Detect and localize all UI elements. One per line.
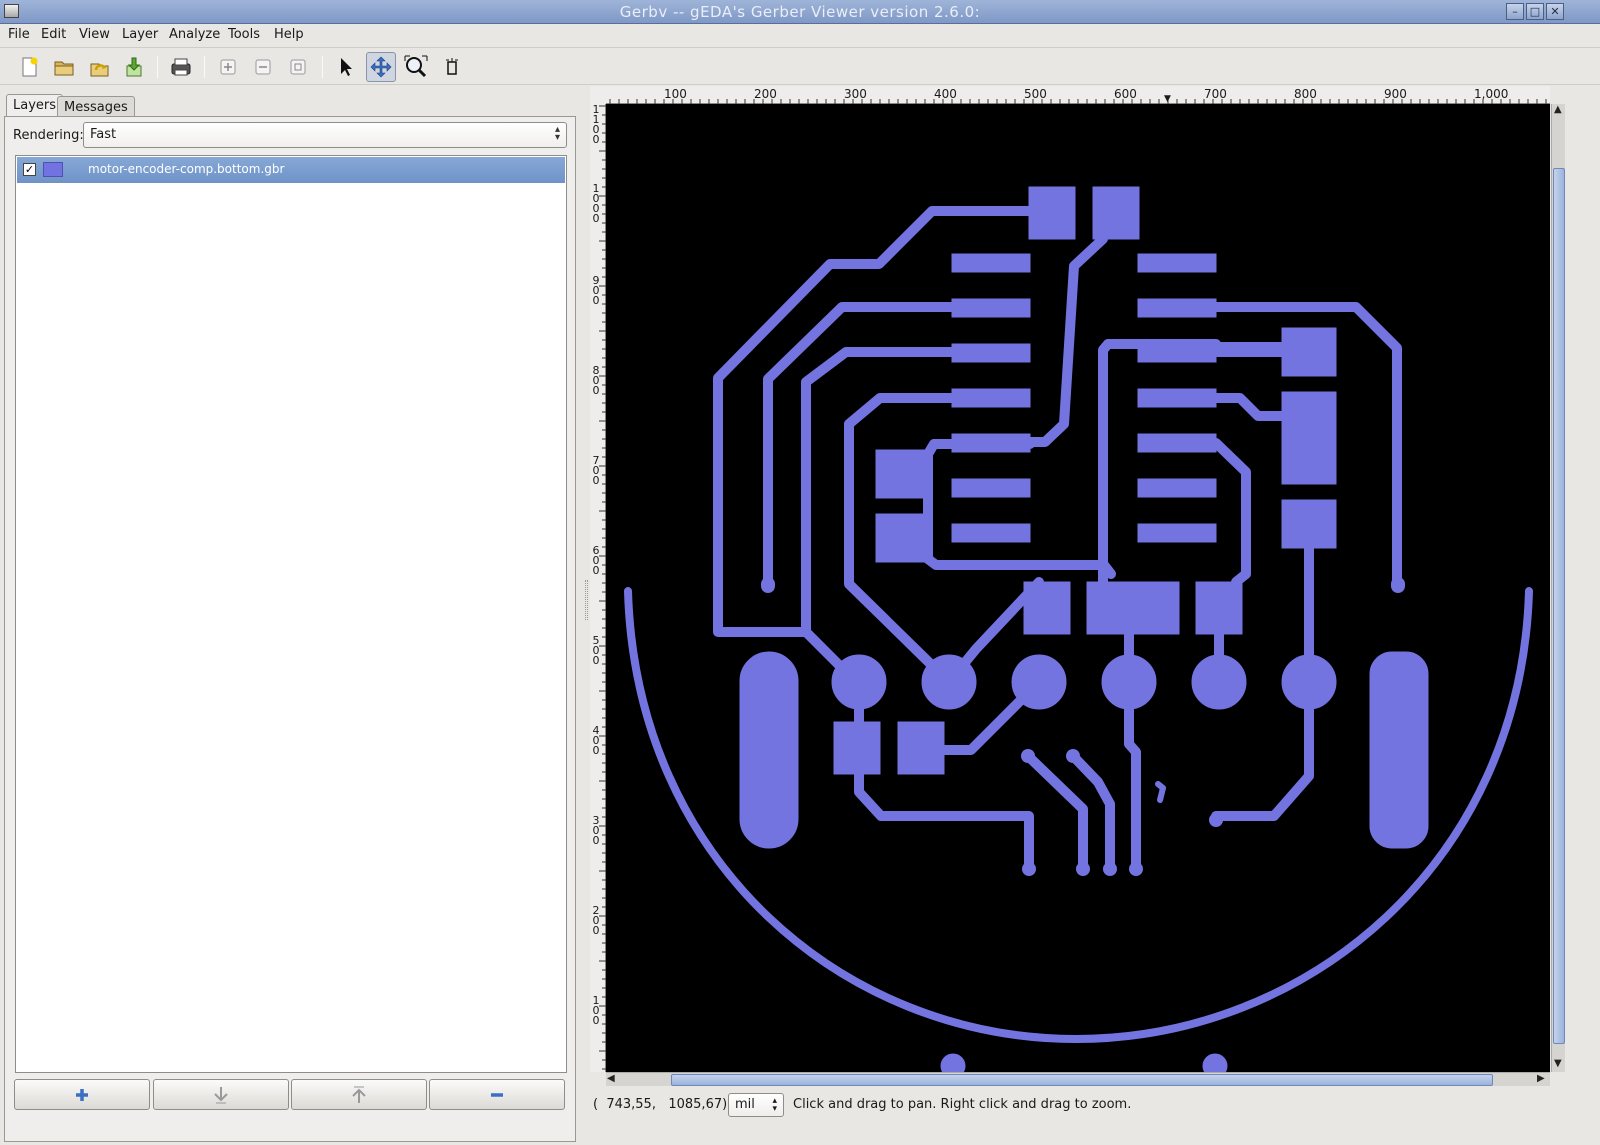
scroll-up-icon[interactable]: ▲ — [1554, 104, 1562, 115]
layer-color-swatch[interactable] — [43, 162, 63, 177]
window-title: Gerbv -- gEDA's Gerber Viewer version 2.… — [619, 3, 981, 21]
scroll-left-icon[interactable]: ◀ — [607, 1073, 615, 1084]
ruler-label: 400 — [934, 87, 957, 101]
toolbar — [0, 47, 1600, 85]
menu-layer[interactable]: Layer — [122, 27, 158, 42]
horizontal-ruler-ticks — [609, 99, 1547, 104]
close-icon[interactable]: ✕ — [1546, 3, 1564, 20]
ruler-label: 1 0 0 0 — [592, 182, 600, 225]
ruler-label: 4 0 0 — [592, 724, 600, 757]
sidebar: Layers Messages Rendering: Fast ▴ ▾ ✓ mot… — [0, 86, 580, 1145]
ruler-label: 200 — [754, 87, 777, 101]
title-bar: Gerbv -- gEDA's Gerber Viewer version 2.… — [0, 0, 1600, 24]
arrow-down-icon — [214, 1086, 228, 1103]
unit-value: mil — [735, 1097, 755, 1112]
ruler-label: 500 — [1024, 87, 1047, 101]
layers-tab-body: Rendering: Fast ▴ ▾ ✓ motor-encoder-comp.… — [4, 116, 576, 1142]
add-layer-button[interactable] — [14, 1079, 150, 1110]
plus-icon — [76, 1088, 88, 1101]
menu-tools[interactable]: Tools — [228, 27, 260, 42]
ruler-label: 8 0 0 — [592, 364, 600, 397]
unit-select[interactable]: mil ▴ ▾ — [728, 1093, 784, 1117]
pan-tool-icon[interactable] — [366, 52, 396, 82]
menu-bar: File Edit View Layer Analyze Tools Help — [0, 24, 1600, 46]
ruler-label: 1,000 — [1474, 87, 1509, 101]
zoom-out-icon[interactable] — [248, 52, 278, 82]
menu-help[interactable]: Help — [274, 27, 304, 42]
revert-icon[interactable] — [84, 52, 114, 82]
tab-layers[interactable]: Layers — [6, 94, 64, 117]
status-bar: ( 743,55, 1085,67) mil ▴ ▾ Click and drag… — [590, 1092, 1590, 1118]
layer-list: ✓ motor-encoder-comp.bottom.gbr — [15, 155, 567, 1073]
pane-splitter[interactable] — [585, 580, 588, 620]
horizontal-scroll-thumb[interactable] — [671, 1074, 1493, 1086]
zoom-tool-icon[interactable] — [401, 52, 431, 82]
arrow-up-icon — [352, 1086, 366, 1103]
updown-arrows-icon: ▴ ▾ — [554, 124, 560, 143]
menu-analyze[interactable]: Analyze — [169, 27, 220, 42]
rendering-label: Rendering: — [13, 128, 84, 143]
print-icon[interactable] — [166, 52, 196, 82]
vertical-scrollbar[interactable]: ▲ ▼ — [1551, 104, 1565, 1072]
updown-arrows-icon: ▴ ▾ — [772, 1096, 777, 1114]
minus-icon — [491, 1092, 503, 1097]
maximize-icon[interactable]: □ — [1526, 3, 1544, 20]
minimize-icon[interactable]: – — [1506, 3, 1524, 20]
ruler-label: 900 — [1384, 87, 1407, 101]
layer-visible-checkbox[interactable]: ✓ — [23, 163, 36, 176]
horizontal-scrollbar[interactable]: ◀ ▶ — [606, 1072, 1550, 1086]
save-icon[interactable] — [119, 52, 149, 82]
ruler-label: 1 1 0 0 — [592, 103, 600, 146]
cursor-coordinates: ( 743,55, 1085,67) — [593, 1097, 728, 1112]
scroll-down-icon[interactable]: ▼ — [1554, 1058, 1562, 1069]
gerber-canvas[interactable] — [606, 104, 1550, 1072]
ruler-label: 800 — [1294, 87, 1317, 101]
rendering-value: Fast — [90, 127, 117, 142]
zoom-in-icon[interactable] — [213, 52, 243, 82]
ruler-label: 2 0 0 — [592, 904, 600, 937]
ruler-label: 3 0 0 — [592, 814, 600, 847]
new-project-icon[interactable] — [14, 52, 44, 82]
menu-view[interactable]: View — [79, 27, 110, 42]
menu-file[interactable]: File — [8, 27, 30, 42]
vertical-scroll-thumb[interactable] — [1553, 168, 1565, 1044]
vertical-ruler: 1 1 0 0 1 0 0 0 9 0 0 8 0 0 7 0 0 6 0 0 … — [590, 104, 606, 1072]
ruler-corner — [590, 86, 606, 104]
horizontal-ruler: 100 200 300 400 500 600 700 800 900 1,00… — [606, 86, 1550, 104]
ruler-label: 9 0 0 — [592, 274, 600, 307]
ruler-label: 700 — [1204, 87, 1227, 101]
layer-buttons — [14, 1079, 570, 1111]
cursor-marker-icon: ▼ — [1164, 94, 1171, 104]
status-hint: Click and drag to pan. Right click and d… — [793, 1097, 1132, 1112]
ruler-label: 300 — [844, 87, 867, 101]
rendering-select[interactable]: Fast ▴ ▾ — [83, 122, 567, 148]
remove-layer-button[interactable] — [429, 1079, 565, 1110]
scroll-right-icon[interactable]: ▶ — [1537, 1073, 1545, 1084]
menu-edit[interactable]: Edit — [41, 27, 66, 42]
move-layer-up-button[interactable] — [291, 1079, 427, 1110]
ruler-label: 600 — [1114, 87, 1137, 101]
ruler-label: 7 0 0 — [592, 454, 600, 487]
ruler-label: 6 0 0 — [592, 544, 600, 577]
ruler-label: 1 0 0 — [592, 994, 600, 1027]
open-project-icon[interactable] — [49, 52, 79, 82]
zoom-fit-icon[interactable] — [283, 52, 313, 82]
layer-row[interactable]: ✓ motor-encoder-comp.bottom.gbr — [17, 157, 565, 183]
ruler-label: 100 — [664, 87, 687, 101]
layer-name: motor-encoder-comp.bottom.gbr — [88, 162, 285, 176]
pcb-layer-drawing — [624, 186, 1533, 1072]
pointer-tool-icon[interactable] — [330, 52, 360, 82]
move-layer-down-button[interactable] — [153, 1079, 289, 1110]
ruler-label: 5 0 0 — [592, 634, 600, 667]
measure-tool-icon[interactable] — [437, 52, 467, 82]
